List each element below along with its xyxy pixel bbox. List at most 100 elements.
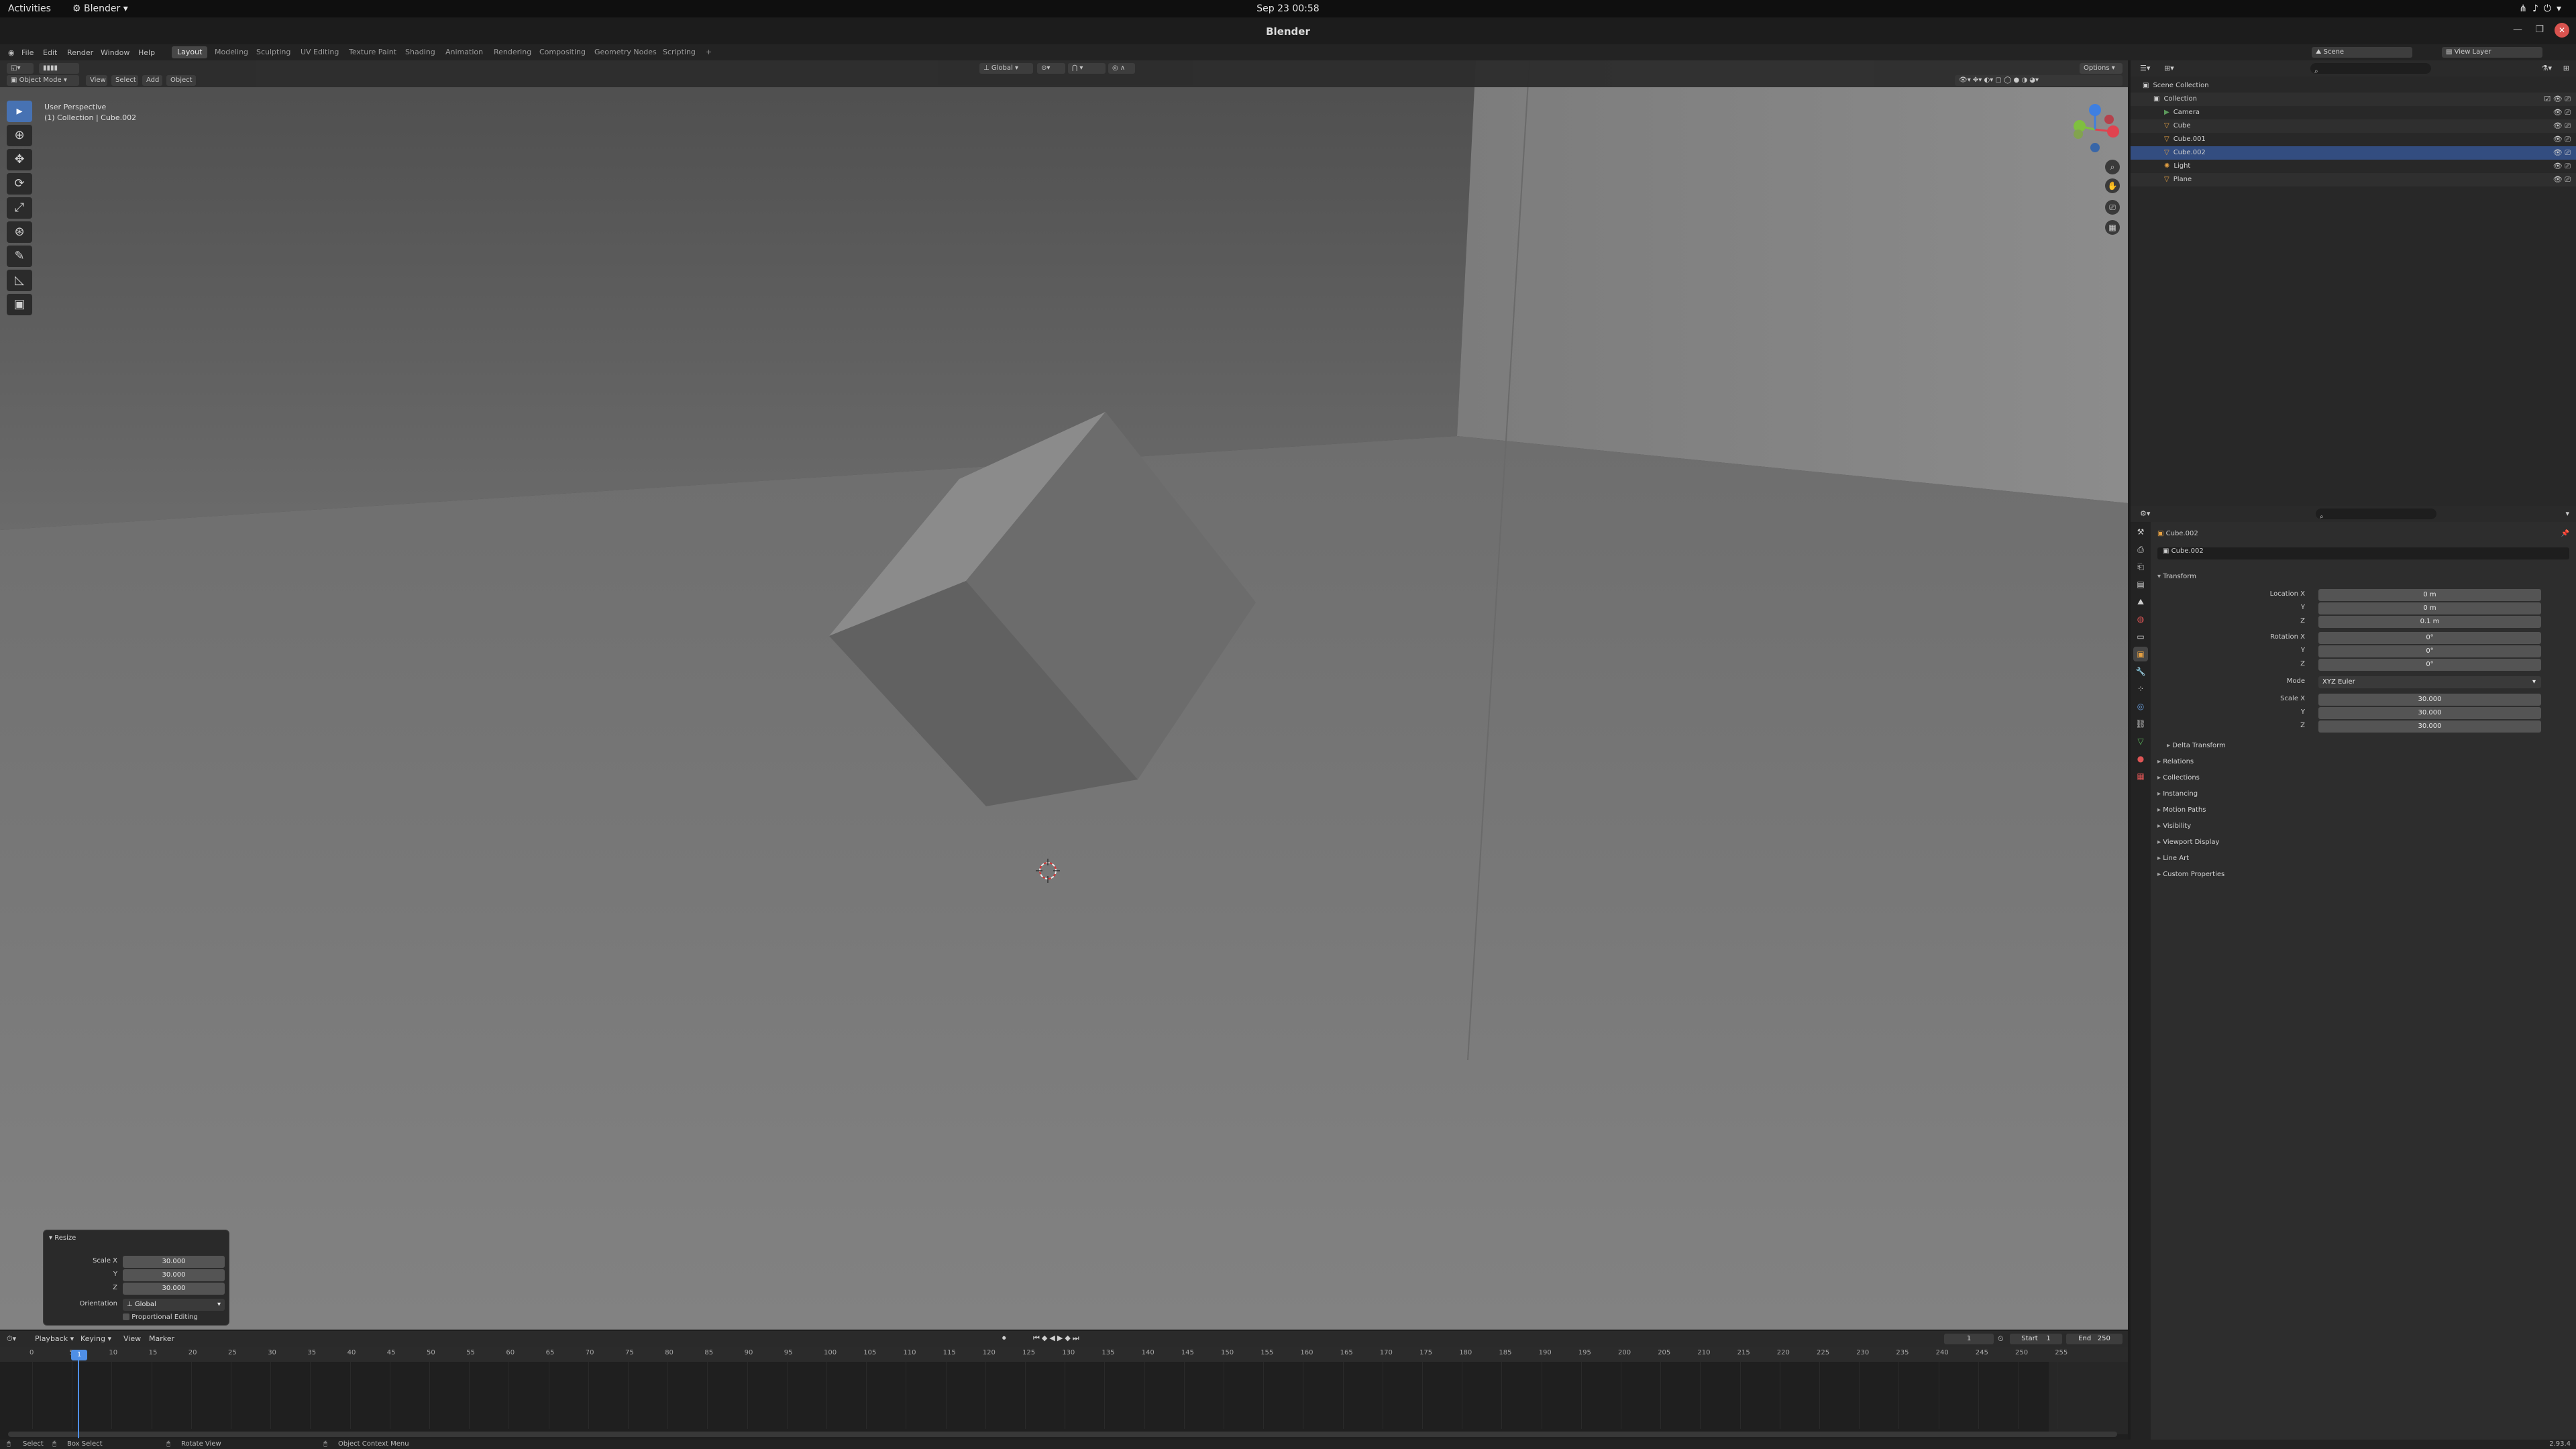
filter-icon[interactable]: ⚗▾ xyxy=(2542,64,2552,72)
rotation-x-field[interactable]: 0° xyxy=(2318,632,2541,644)
outliner-collection[interactable]: ▣ Collection ☑ 👁 ⎚ xyxy=(2131,93,2576,106)
jump-end-icon[interactable]: ⏭ xyxy=(1073,1334,1081,1342)
section-line-art[interactable]: Line Art xyxy=(2157,852,2189,865)
outliner-item-plane[interactable]: ▽ Plane 👁 ⎚ xyxy=(2131,173,2576,186)
proportional-edit-toggle[interactable]: ◎ ∧ xyxy=(1108,63,1135,74)
playhead-frame-indicator[interactable]: 1 xyxy=(71,1350,87,1360)
jump-start-icon[interactable]: ⏮ xyxy=(1033,1334,1042,1342)
tab-rendering[interactable]: Rendering xyxy=(488,46,537,58)
section-instancing[interactable]: Instancing xyxy=(2157,788,2198,801)
texture-tab-icon[interactable]: ▦ xyxy=(2133,769,2148,784)
section-relations[interactable]: Relations xyxy=(2157,755,2194,769)
outliner-search-input[interactable]: ⌕ xyxy=(2310,63,2431,75)
physics-tab-icon[interactable]: ◎ xyxy=(2133,699,2148,714)
scale-x-field[interactable]: 30.000 xyxy=(123,1256,225,1268)
output-tab-icon[interactable]: ⎗ xyxy=(2133,559,2148,574)
orientation-dropdown[interactable]: ⊥ Global ▾ xyxy=(123,1299,225,1311)
clock[interactable]: Sep 23 00:58 xyxy=(1256,3,1320,14)
close-icon[interactable]: ✕ xyxy=(2555,23,2569,38)
tab-uv-editing[interactable]: UV Editing xyxy=(295,46,344,58)
tab-texture-paint[interactable]: Texture Paint xyxy=(343,46,402,58)
location-x-field[interactable]: 0 m xyxy=(2318,589,2541,601)
rotation-mode-dropdown[interactable]: XYZ Euler ▾ xyxy=(2318,676,2541,688)
prev-key-icon[interactable]: ◆ xyxy=(1042,1334,1049,1342)
view-layer-tab-icon[interactable]: ▤ xyxy=(2133,577,2148,592)
menu-marker[interactable]: Marker xyxy=(149,1334,174,1343)
particles-tab-icon[interactable]: ⁘ xyxy=(2133,682,2148,696)
outliner-item-cube-002[interactable]: ▽ Cube.002 👁 ⎚ xyxy=(2131,146,2576,160)
outliner-item-cube[interactable]: ▽ Cube 👁 ⎚ xyxy=(2131,119,2576,133)
tab-shading[interactable]: Shading xyxy=(400,46,441,58)
perspective-toggle-icon[interactable]: ▦ xyxy=(2105,220,2120,235)
maximize-icon[interactable]: ❐ xyxy=(2535,24,2544,35)
render-tab-icon[interactable]: ⎙ xyxy=(2133,542,2148,557)
scale-z-field[interactable]: 30.000 xyxy=(2318,720,2541,733)
tab-compositing[interactable]: Compositing xyxy=(534,46,591,58)
xray-icon[interactable]: ▢ xyxy=(1995,76,2004,84)
timeline-ruler[interactable]: 0510152025303540455055606570758085909510… xyxy=(0,1347,2128,1362)
activities-button[interactable]: Activities xyxy=(8,3,51,14)
material-tab-icon[interactable]: ● xyxy=(2133,751,2148,766)
select-mode-icon[interactable]: ▮▮▮▮ xyxy=(43,64,58,72)
visibility-toggles[interactable]: ☑ 👁 ⎚ xyxy=(2544,93,2571,106)
app-menu[interactable]: ⚙ Blender ▾ xyxy=(72,3,128,14)
outliner-item-camera[interactable]: ▶ Camera 👁 ⎚ xyxy=(2131,106,2576,119)
outliner-editor-icon[interactable]: ☰▾ xyxy=(2140,64,2150,72)
tab-animation[interactable]: Animation xyxy=(440,46,488,58)
clock-icon[interactable]: ⏲ xyxy=(1998,1334,2004,1344)
section-collections[interactable]: Collections xyxy=(2157,771,2200,785)
menu-keying[interactable]: Keying ▾ xyxy=(80,1334,111,1343)
scale-x-field[interactable]: 30.000 xyxy=(2318,694,2541,706)
properties-editor-icon[interactable]: ⚙▾ xyxy=(2140,509,2150,518)
gizmo-z-axis[interactable] xyxy=(2089,104,2101,116)
tool-measure[interactable]: ◺ xyxy=(7,270,32,291)
eye-icon[interactable]: 👁 ⎚ xyxy=(2553,173,2571,186)
blender-logo-icon[interactable]: ◉ xyxy=(8,48,15,57)
scene-selector[interactable]: ⛰ Scene xyxy=(2312,47,2412,58)
system-tray[interactable]: ⋔♪⏻▾ xyxy=(2519,3,2567,14)
options-button[interactable]: Options ▾ xyxy=(2080,63,2123,74)
section-motion-paths[interactable]: Motion Paths xyxy=(2157,804,2206,817)
eye-icon[interactable]: 👁 ⎚ xyxy=(2553,160,2571,173)
start-frame-field[interactable]: Start 1 xyxy=(2010,1334,2062,1344)
section-custom-properties[interactable]: Custom Properties xyxy=(2157,868,2224,881)
scale-y-field[interactable]: 30.000 xyxy=(2318,707,2541,719)
data-tab-icon[interactable]: ▽ xyxy=(2133,734,2148,749)
zoom-icon[interactable]: ⌕ xyxy=(2105,160,2120,174)
object-name-field[interactable]: ▣ Cube.002 xyxy=(2157,547,2569,559)
end-frame-field[interactable]: End 250 xyxy=(2066,1334,2123,1344)
object-tab-icon[interactable]: ▣ xyxy=(2133,647,2148,661)
play-icon[interactable]: ▶ xyxy=(1057,1334,1065,1342)
tool-scale[interactable]: ⤢ xyxy=(7,197,32,219)
menu-select[interactable]: Select xyxy=(111,75,138,86)
transform-orientation[interactable]: ⊥ Global ▾ xyxy=(979,63,1033,74)
3d-viewport[interactable] xyxy=(0,60,2128,1330)
material-shading-icon[interactable]: ◑ xyxy=(2021,76,2027,84)
tab-modeling[interactable]: Modeling xyxy=(209,46,254,58)
tool-cursor[interactable]: ⊕ xyxy=(7,125,32,146)
overlay-icon[interactable]: ◐▾ xyxy=(1984,76,1995,84)
playhead[interactable] xyxy=(78,1350,79,1438)
outliner-item-cube-001[interactable]: ▽ Cube.001 👁 ⎚ xyxy=(2131,133,2576,146)
resize-panel-header[interactable]: ▾ Resize xyxy=(49,1234,76,1242)
eye-icon[interactable]: 👁 ⎚ xyxy=(2553,133,2571,146)
editor-type-button[interactable]: ◱▾ xyxy=(7,63,34,74)
section-viewport-display[interactable]: Viewport Display xyxy=(2157,836,2219,849)
location-z-field[interactable]: 0.1 m xyxy=(2318,616,2541,628)
tool-annotate[interactable]: ✎ xyxy=(7,246,32,267)
gizmo-icon[interactable]: ✥▾ xyxy=(1973,76,1984,84)
menu-help[interactable]: Help xyxy=(138,48,155,57)
tool-tab-icon[interactable]: ⚒ xyxy=(2133,525,2148,539)
eye-icon[interactable]: 👁 ⎚ xyxy=(2553,119,2571,133)
resize-operator-panel[interactable]: ▾ Resize Scale X 30.000 Y 30.000 Z 30.00… xyxy=(43,1230,229,1326)
view-layer-selector[interactable]: ▤ View Layer xyxy=(2442,47,2542,58)
pan-hand-icon[interactable]: ✋ xyxy=(2105,178,2120,193)
minimize-icon[interactable]: — xyxy=(2513,24,2522,35)
eye-icon[interactable]: 👁 ⎚ xyxy=(2553,146,2571,160)
section-delta-transform[interactable]: Delta Transform xyxy=(2167,739,2226,753)
tab-layout[interactable]: Layout xyxy=(172,46,208,58)
menu-edit[interactable]: Edit xyxy=(43,48,57,57)
pivot-point[interactable]: ⊙▾ xyxy=(1037,63,1065,74)
rotation-y-field[interactable]: 0° xyxy=(2318,645,2541,657)
menu-view[interactable]: View xyxy=(86,75,107,86)
